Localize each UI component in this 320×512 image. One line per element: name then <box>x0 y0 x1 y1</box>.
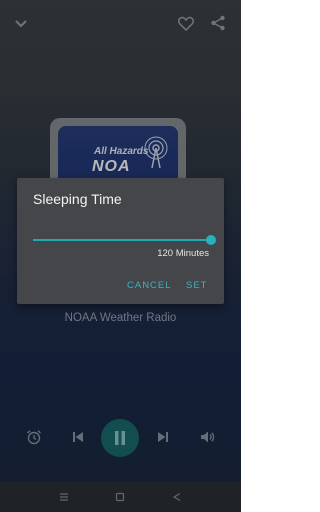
slider-value-label: 120 Minutes <box>157 248 209 259</box>
dialog-title: Sleeping Time <box>33 191 122 207</box>
slider-track <box>33 239 211 241</box>
cancel-button[interactable]: CANCEL <box>127 280 172 291</box>
slider-thumb[interactable] <box>206 235 216 245</box>
player-screen: All Hazards NOA NOAA Weather Radio Sleep… <box>0 0 241 512</box>
sleep-time-slider[interactable] <box>33 234 216 246</box>
sleep-timer-dialog: Sleeping Time 120 Minutes CANCEL SET <box>17 178 224 304</box>
set-button[interactable]: SET <box>186 280 207 291</box>
